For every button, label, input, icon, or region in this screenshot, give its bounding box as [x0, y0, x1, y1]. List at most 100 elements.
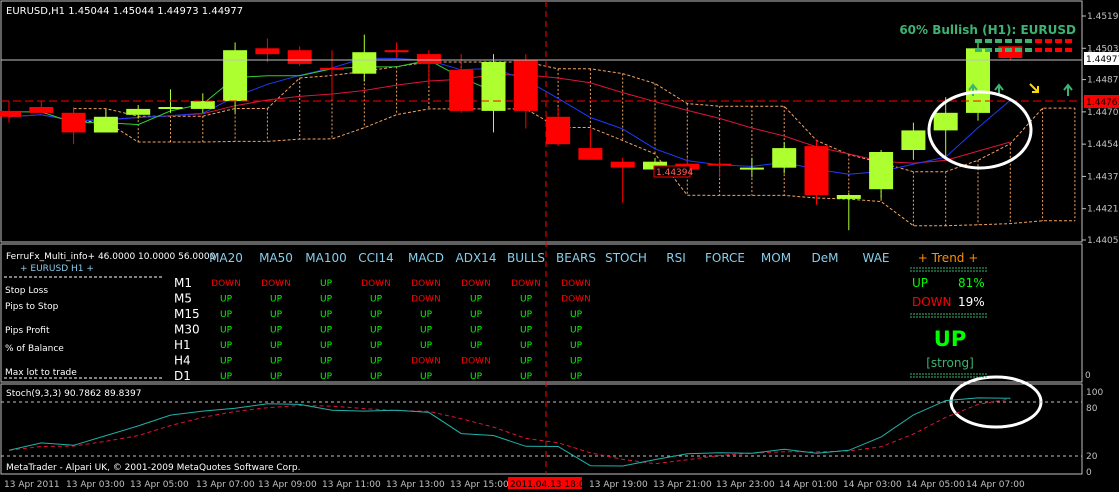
indicator-cell: UP: [370, 310, 383, 320]
candle-body: [739, 167, 764, 170]
indicator-cell: UP: [320, 341, 333, 351]
indicator-cell: UP: [320, 372, 333, 382]
timeframe-label: M15: [174, 307, 200, 321]
candle-body: [223, 50, 248, 102]
indicator-cell: UP: [270, 310, 283, 320]
candle-body: [61, 112, 86, 133]
indicator-cell: UP: [370, 372, 383, 382]
stoch-tick-label: 80: [1086, 404, 1098, 414]
time-label: 14 Apr 01:00: [779, 480, 838, 490]
indicator-cell: DOWN: [461, 357, 491, 367]
timeframe-label: H1: [174, 338, 191, 352]
indicator-column-header: DeM: [812, 251, 839, 265]
indicator-cell: UP: [570, 357, 583, 367]
indicator-axis-zero: 0: [1085, 371, 1091, 381]
indicator-column-header: FORCE: [705, 251, 745, 265]
price-tick-label: 1.44705: [1087, 108, 1119, 118]
signal-dot: [995, 39, 1002, 43]
indicator-cell: UP: [320, 279, 333, 289]
time-label: 13 Apr 09:00: [258, 480, 317, 490]
signal-dot: [1025, 48, 1032, 52]
signal-dot: [1045, 39, 1052, 43]
indicator-cell: UP: [420, 310, 433, 320]
indicator-cell: DOWN: [561, 279, 591, 289]
indicator-cell: UP: [220, 326, 233, 336]
indicator-cell: UP: [570, 372, 583, 382]
signal-dot: [985, 39, 992, 43]
indicator-cell: UP: [520, 326, 533, 336]
candle-body: [772, 148, 797, 168]
indicator-cell: UP: [320, 357, 333, 367]
bullish-label: 60% Bullish (H1): EURUSD: [899, 23, 1076, 37]
indicator-cell: UP: [270, 295, 283, 305]
indicator-cell: UP: [270, 326, 283, 336]
price-tick-label: 1.44050: [1087, 236, 1119, 246]
side-label: Pips Profit: [5, 326, 50, 336]
price-tick-label: 1.44210: [1087, 205, 1119, 215]
partial-label: PA: [966, 69, 978, 79]
indicator-column-header: RSI: [666, 251, 686, 265]
trend-up-pct: 81%: [958, 276, 985, 290]
price-tick-label: 1.44540: [1087, 140, 1119, 150]
indicator-cell: UP: [220, 372, 233, 382]
indicator-cell: UP: [520, 341, 533, 351]
indicator-cell: UP: [370, 295, 383, 305]
indicator-cell: UP: [570, 341, 583, 351]
current-price-tag-text: 1.44977: [1086, 55, 1119, 65]
indicator-cell: UP: [270, 372, 283, 382]
indicator-cell: UP: [570, 326, 583, 336]
indicator-cell: UP: [220, 295, 233, 305]
metatrader-chart-window[interactable]: EURUSD,H1 1.45044 1.45044 1.44973 1.4497…: [0, 0, 1119, 492]
stoch-panel-frame: [0, 383, 1083, 475]
indicator-cell: UP: [520, 372, 533, 382]
indicator-column-header: MA100: [305, 251, 346, 265]
signal-dot: [1055, 39, 1062, 43]
time-label: 13 Apr 07:00: [196, 480, 255, 490]
timeframe-label: M5: [174, 292, 192, 306]
candle-body: [255, 48, 280, 55]
side-label: Max lot to trade: [5, 368, 77, 378]
time-label: 14 Apr 07:00: [966, 480, 1025, 490]
side-label: Stop Loss: [5, 286, 48, 296]
trend-title: + Trend +: [918, 251, 979, 265]
stoch-tick-label: 100: [1086, 388, 1103, 398]
indicator-cell: DOWN: [411, 357, 441, 367]
indicator-cell: DOWN: [261, 279, 291, 289]
signal-dot: [1015, 39, 1022, 43]
trend-up-label: UP: [912, 276, 928, 290]
indicator-cell: UP: [520, 310, 533, 320]
candle-body: [804, 146, 829, 195]
indicator-cell: DOWN: [361, 279, 391, 289]
time-label: 13 Apr 19:00: [589, 480, 648, 490]
stoch-tick-label: 0: [1086, 468, 1092, 478]
time-label: 13 Apr 2011: [4, 480, 60, 490]
candle-body: [933, 112, 958, 131]
candle-body: [320, 67, 344, 70]
time-label: 13 Apr 21:00: [653, 480, 712, 490]
indicator-cell: UP: [320, 326, 333, 336]
signal-dot: [975, 39, 982, 43]
indicator-header: FerruFx_Multi_info+ 46.0000 10.0000 56.0…: [6, 252, 216, 262]
candle-body: [158, 107, 183, 109]
signal-dot: [1045, 48, 1052, 52]
signal-dot: [1025, 39, 1032, 43]
time-label: 13 Apr 03:00: [66, 480, 125, 490]
time-label: 13 Apr 05:00: [130, 480, 189, 490]
indicator-cell: UP: [520, 357, 533, 367]
trend-down-label: DOWN: [912, 295, 952, 309]
indicator-cell: DOWN: [411, 295, 441, 305]
indicator-cell: UP: [370, 341, 383, 351]
timeframe-label: M30: [174, 323, 200, 337]
indicator-column-header: WAE: [863, 251, 890, 265]
indicator-cell: DOWN: [211, 279, 241, 289]
indicator-cell: UP: [470, 295, 483, 305]
trend-down-pct: 19%: [958, 295, 985, 309]
indicator-cell: UP: [270, 357, 283, 367]
candle-body: [126, 108, 151, 115]
time-label: 14 Apr 03:00: [843, 480, 902, 490]
candle-body: [481, 62, 506, 111]
main-chart-frame: [0, 0, 1083, 243]
stoch-tick-label: 20: [1086, 452, 1098, 462]
time-label: 14 Apr 05:00: [906, 480, 965, 490]
indicator-symbol: + EURUSD H1 +: [20, 264, 94, 274]
